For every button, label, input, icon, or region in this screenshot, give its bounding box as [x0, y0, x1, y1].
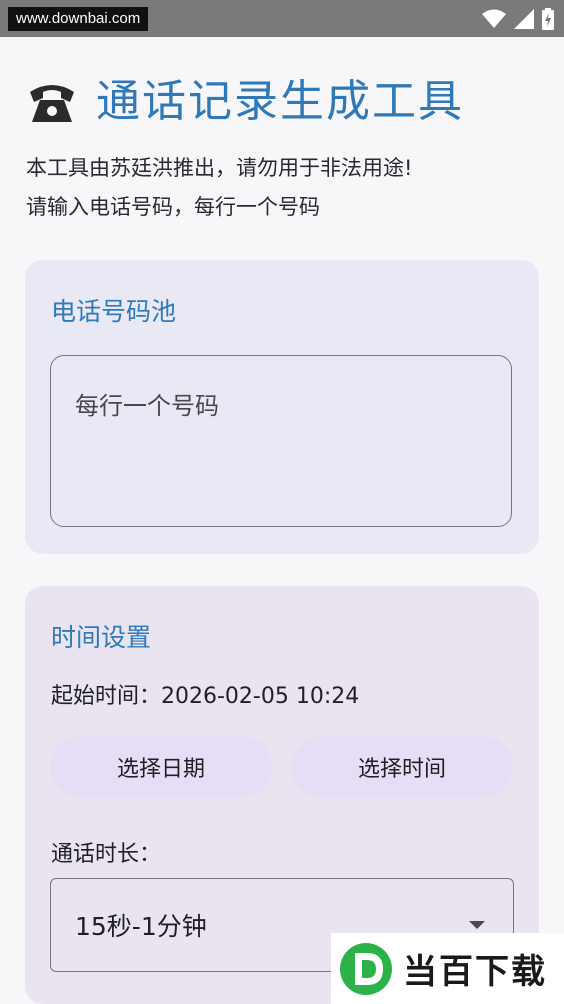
signal-icon	[514, 9, 534, 29]
phone-pool-title: 电话号码池	[51, 297, 177, 326]
phone-numbers-input[interactable]: 每行一个号码	[50, 355, 512, 527]
logo-text: 当百下载	[403, 952, 547, 992]
download-site-logo: 当百下载	[331, 933, 564, 1004]
duration-selected-value: 15秒-1分钟	[75, 912, 207, 941]
phone-pool-card: 电话号码池 每行一个号码	[25, 260, 539, 554]
header: 通话记录生成工具	[26, 72, 464, 132]
page-title: 通话记录生成工具	[96, 76, 464, 127]
start-time-label: 起始时间：2026-02-05 10:24	[51, 684, 360, 709]
time-settings-title: 时间设置	[51, 623, 152, 652]
telephone-icon	[26, 76, 78, 128]
d-logo-icon	[340, 942, 392, 995]
select-date-button[interactable]: 选择日期	[50, 736, 272, 798]
instruction-text: 请输入电话号码，每行一个号码	[26, 195, 320, 219]
select-time-button[interactable]: 选择时间	[291, 736, 513, 798]
duration-label: 通话时长：	[51, 842, 162, 867]
wifi-icon	[482, 9, 506, 28]
disclaimer-text: 本工具由苏廷洪推出，请勿用于非法用途!	[26, 156, 413, 180]
dropdown-arrow-icon	[469, 921, 485, 929]
phone-numbers-placeholder: 每行一个号码	[75, 392, 219, 420]
status-bar: www.downbai.com	[0, 0, 564, 37]
site-watermark: www.downbai.com	[8, 7, 149, 31]
battery-charging-icon	[542, 8, 554, 30]
status-icons	[482, 8, 554, 30]
